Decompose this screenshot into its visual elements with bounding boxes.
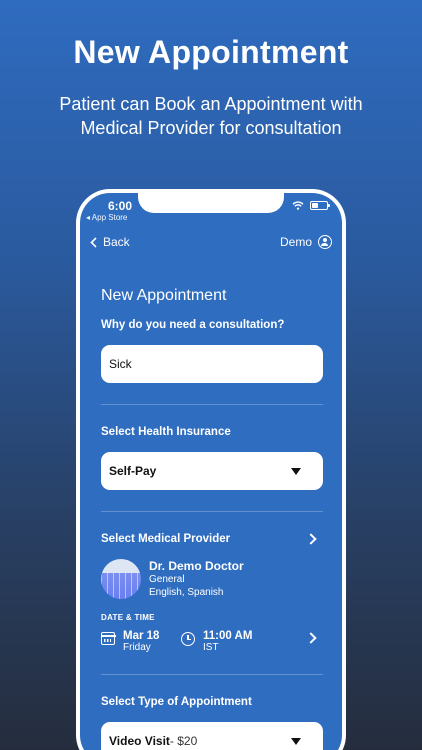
datetime-row[interactable]: Mar 18 Friday 11:00 AM IST [100,630,323,653]
caret-down-icon [291,468,301,475]
insurance-select[interactable]: Self-Pay [101,452,323,490]
consultation-reason-input[interactable]: Sick [101,345,323,383]
phone-notch [138,193,284,213]
caret-down-icon [291,738,301,745]
wifi-icon [292,201,304,210]
datetime-label: DATE & TIME [101,613,155,622]
time-block: 11:00 AM IST [181,630,261,653]
divider [101,674,323,675]
provider-name: Dr. Demo Doctor [149,559,244,573]
user-menu-button[interactable]: Demo [280,235,332,249]
select-provider-row[interactable]: Select Medical Provider [101,533,323,545]
status-icons [292,201,330,210]
appointment-time: 11:00 AM [203,630,253,642]
provider-specialty: General [149,574,185,585]
insurance-label: Select Health Insurance [101,426,231,438]
phone-frame: 6:00 ◂ App Store Back Demo New Appointme… [76,189,346,750]
appointment-type-label: Select Type of Appointment [101,696,252,708]
calendar-icon [100,632,116,645]
divider [101,404,323,405]
appointment-form: New Appointment Why do you need a consul… [100,287,323,750]
consultation-value: Sick [109,357,132,371]
provider-languages: English, Spanish [149,587,224,598]
chevron-right-icon [305,632,317,644]
back-to-app-store[interactable]: ◂ App Store [86,213,127,222]
status-time: 6:00 [108,199,133,213]
back-label: Back [103,235,130,249]
chevron-right-icon [305,533,317,545]
divider [101,511,323,512]
consultation-label: Why do you need a consultation? [101,319,285,331]
user-icon [318,235,332,249]
doctor-avatar [101,559,141,599]
appointment-timezone: IST [203,642,219,653]
back-button[interactable]: Back [90,235,130,249]
user-label: Demo [279,235,312,249]
page-title: New Appointment [101,287,227,304]
appointment-type-select[interactable]: Video Visit - $20 [101,722,323,750]
promo-subtitle: Patient can Book an Appointment with Med… [59,94,363,138]
app-screen: 6:00 ◂ App Store Back Demo New Appointme… [80,193,342,750]
chevron-left-icon [90,236,97,248]
appointment-date: Mar 18 [123,630,160,642]
promo-title: New Appointment [73,34,349,70]
clock-icon [181,632,195,646]
appointment-weekday: Friday [123,642,151,653]
insurance-value: Self-Pay [109,464,157,478]
battery-icon [310,201,330,210]
provider-label: Select Medical Provider [101,533,231,545]
appointment-type-value: Video Visit [109,734,170,748]
appointment-price: - $20 [169,734,198,748]
date-block: Mar 18 Friday [100,630,181,653]
provider-card[interactable]: Dr. Demo Doctor General English, Spanish [101,559,323,599]
